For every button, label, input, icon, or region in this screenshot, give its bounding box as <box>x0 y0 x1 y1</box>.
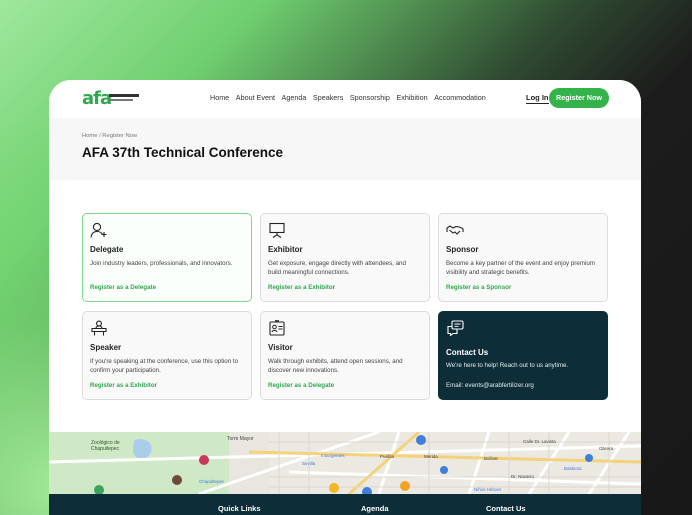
card-visitor[interactable]: Visitor Walk through exhibits, attend op… <box>260 311 430 400</box>
card-delegate[interactable]: Delegate Join industry leaders, professi… <box>82 213 252 302</box>
nav-accommodation[interactable]: Accommodation <box>434 93 486 102</box>
card-description: If you're speaking at the conference, us… <box>90 358 239 375</box>
map-label: Sevilla <box>302 461 316 466</box>
register-visitor-link[interactable]: Register as a Delegate <box>268 382 334 389</box>
card-sponsor[interactable]: Sponsor Become a key partner of the even… <box>438 213 608 302</box>
map-label: Chapultepec <box>199 479 225 484</box>
handshake-icon <box>446 225 464 235</box>
card-exhibitor[interactable]: Exhibitor Get exposure, engage directly … <box>260 213 430 302</box>
location-map[interactable]: Zoológico de Chapultepec Torre Mayor Cal… <box>49 432 641 494</box>
card-title: Visitor <box>268 343 293 352</box>
map-label: Calle Dr. Lavista <box>523 439 556 444</box>
register-speaker-link[interactable]: Register as a Exhibitor <box>90 382 157 389</box>
card-title: Sponsor <box>446 245 479 254</box>
card-contact-us: Contact Us We're here to help! Reach out… <box>438 311 608 400</box>
user-plus-icon <box>90 222 107 238</box>
map-label: Mérida <box>424 454 438 459</box>
footer: Quick Links Agenda Contact Us <box>49 494 641 515</box>
map-label: Puebla <box>380 454 395 459</box>
afa-logo[interactable]: afa <box>82 88 142 110</box>
nav-sponsorship[interactable]: Sponsorship <box>350 93 390 102</box>
footer-heading-contact: Contact Us <box>486 504 526 513</box>
card-description: We're here to help! Reach out to us anyt… <box>446 362 569 369</box>
map-label: Obrera <box>599 446 614 451</box>
map-label: Bolívar <box>484 456 499 461</box>
register-now-button[interactable]: Register Now <box>549 88 609 108</box>
page-title: AFA 37th Technical Conference <box>82 145 284 160</box>
breadcrumb: Home / Register Now <box>82 133 138 139</box>
map-label: Torre Mayor <box>227 436 254 442</box>
card-description: Become a key partner of the event and en… <box>446 260 595 277</box>
card-speaker[interactable]: Speaker If you're speaking at the confer… <box>82 311 252 400</box>
card-title: Delegate <box>90 245 124 254</box>
title-band: Home / Register Now AFA 37th Technical C… <box>49 118 641 180</box>
login-link[interactable]: Log In <box>526 93 549 104</box>
top-navigation: afa Home About Event Agenda Speakers Spo… <box>49 80 641 118</box>
main-menu: Home About Event Agenda Speakers Sponsor… <box>210 93 492 102</box>
nav-exhibition[interactable]: Exhibition <box>396 93 427 102</box>
card-title: Contact Us <box>446 348 489 357</box>
logo-wordmark-line <box>109 94 139 97</box>
nav-speakers[interactable]: Speakers <box>313 93 343 102</box>
map-label: Zoológico de Chapultepec <box>91 440 120 452</box>
register-delegate-link[interactable]: Register as a Delegate <box>90 284 156 291</box>
id-badge-icon <box>269 320 285 336</box>
browser-window: afa Home About Event Agenda Speakers Spo… <box>49 80 641 515</box>
card-description: Get exposure, engage directly with atten… <box>268 260 406 277</box>
nav-agenda[interactable]: Agenda <box>282 93 307 102</box>
map-label: Insurgentes <box>321 453 345 458</box>
card-title: Exhibitor <box>268 245 303 254</box>
presentation-board-icon <box>269 222 285 238</box>
speaker-podium-icon <box>91 320 107 336</box>
card-description: Walk through exhibits, attend open sessi… <box>268 358 403 375</box>
map-label: Niños Héroes <box>474 487 502 492</box>
logo-wordmark-subline <box>109 99 133 101</box>
nav-home[interactable]: Home <box>210 93 229 102</box>
footer-heading-quick-links: Quick Links <box>218 504 261 513</box>
register-sponsor-link[interactable]: Register as a Sponsor <box>446 284 511 291</box>
map-label: Balderas <box>564 466 582 471</box>
card-title: Speaker <box>90 343 122 352</box>
map-label: Dr. Navarro <box>511 474 535 479</box>
register-exhibitor-link[interactable]: Register as a Exhibitor <box>268 284 335 291</box>
footer-heading-agenda: Agenda <box>361 504 389 513</box>
logo-mark: afa <box>82 88 112 109</box>
card-description: Join industry leaders, professionals, an… <box>90 260 233 267</box>
chat-bubbles-icon <box>447 320 464 336</box>
contact-email[interactable]: Email: events@arabfertilizer.org <box>446 382 534 389</box>
nav-about-event[interactable]: About Event <box>236 93 275 102</box>
